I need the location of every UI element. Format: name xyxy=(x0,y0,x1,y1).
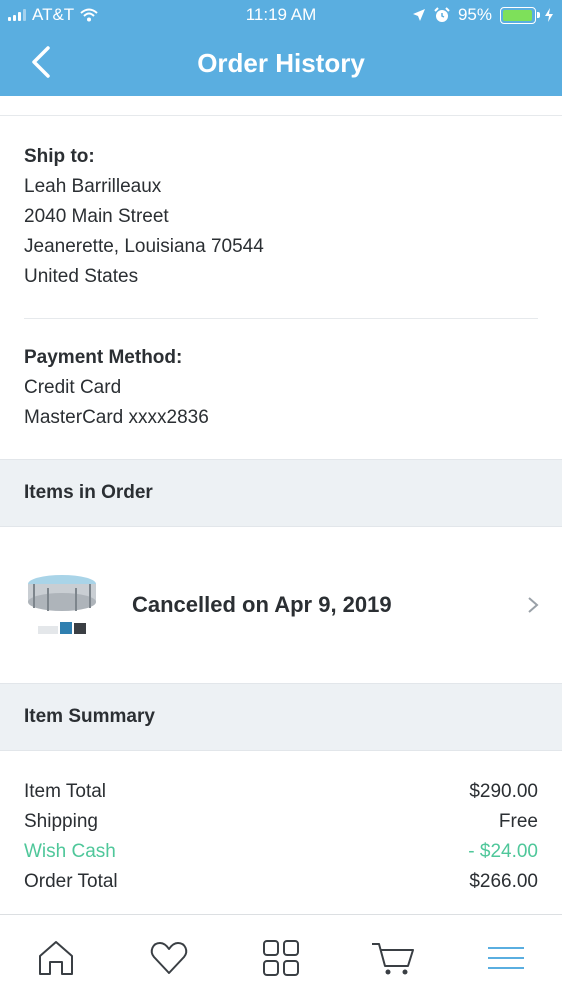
payment-label: Payment Method: xyxy=(24,347,183,368)
top-divider xyxy=(0,96,562,116)
heart-icon xyxy=(150,941,187,974)
payment-card: MasterCard xxxx2836 xyxy=(24,407,209,428)
item-summary-header: Item Summary xyxy=(0,683,562,751)
battery-icon xyxy=(500,6,540,24)
product-thumbnail xyxy=(28,575,96,634)
summary-value: Free xyxy=(498,811,538,832)
menu-icon xyxy=(487,946,524,969)
summary-value: $290.00 xyxy=(469,781,538,802)
payment-section: Payment Method: Credit Card MasterCard x… xyxy=(0,319,562,433)
location-icon xyxy=(412,9,425,21)
home-icon xyxy=(39,940,74,975)
items-in-order-header: Items in Order xyxy=(0,459,562,527)
ship-to-street: 2040 Main Street xyxy=(24,206,169,227)
summary-label: Item Total xyxy=(24,781,107,802)
tab-home[interactable] xyxy=(26,928,86,988)
tab-wishlist[interactable] xyxy=(139,928,199,988)
cart-icon xyxy=(372,942,415,974)
summary-row-order-total: Order Total $266.00 xyxy=(24,867,538,897)
summary-section: Item Total $290.00 Shipping Free Wish Ca… xyxy=(0,751,562,897)
summary-row-wish-cash: Wish Cash - $24.00 xyxy=(24,837,538,867)
status-bar: AT&T 11:19 AM 95% xyxy=(0,0,562,30)
summary-label: Order Total xyxy=(24,871,118,892)
battery-percent: 95% xyxy=(457,5,492,24)
order-item-row[interactable]: Cancelled on Apr 9, 2019 xyxy=(0,527,562,683)
alarm-icon xyxy=(434,7,450,22)
tab-menu[interactable] xyxy=(476,928,536,988)
tab-categories[interactable] xyxy=(251,928,311,988)
payment-method: Credit Card xyxy=(24,377,122,398)
page-title: Order History xyxy=(197,48,365,78)
tab-cart[interactable] xyxy=(363,928,423,988)
summary-row-item-total: Item Total $290.00 xyxy=(24,777,538,807)
summary-label: Shipping xyxy=(24,811,98,832)
ship-to-section: Ship to: Leah Barrilleaux 2040 Main Stre… xyxy=(0,116,562,292)
grid-icon xyxy=(262,939,299,976)
summary-label: Wish Cash xyxy=(24,841,116,862)
ship-to-label: Ship to: xyxy=(24,146,95,167)
order-detail: Ship to: Leah Barrilleaux 2040 Main Stre… xyxy=(0,96,562,897)
ship-to-country: United States xyxy=(24,266,139,287)
chevron-right-icon[interactable] xyxy=(526,595,540,615)
charging-icon xyxy=(545,8,553,22)
ship-to-name: Leah Barrilleaux xyxy=(24,176,162,197)
summary-value: $266.00 xyxy=(469,871,538,892)
summary-value: - $24.00 xyxy=(468,841,538,862)
status-right: 95% xyxy=(412,5,554,25)
nav-bar: Order History xyxy=(0,30,562,96)
item-status: Cancelled on Apr 9, 2019 xyxy=(132,592,392,617)
ship-to-city: Jeanerette, Louisiana 70544 xyxy=(24,236,264,257)
tab-bar xyxy=(0,914,562,1000)
summary-row-shipping: Shipping Free xyxy=(24,807,538,837)
